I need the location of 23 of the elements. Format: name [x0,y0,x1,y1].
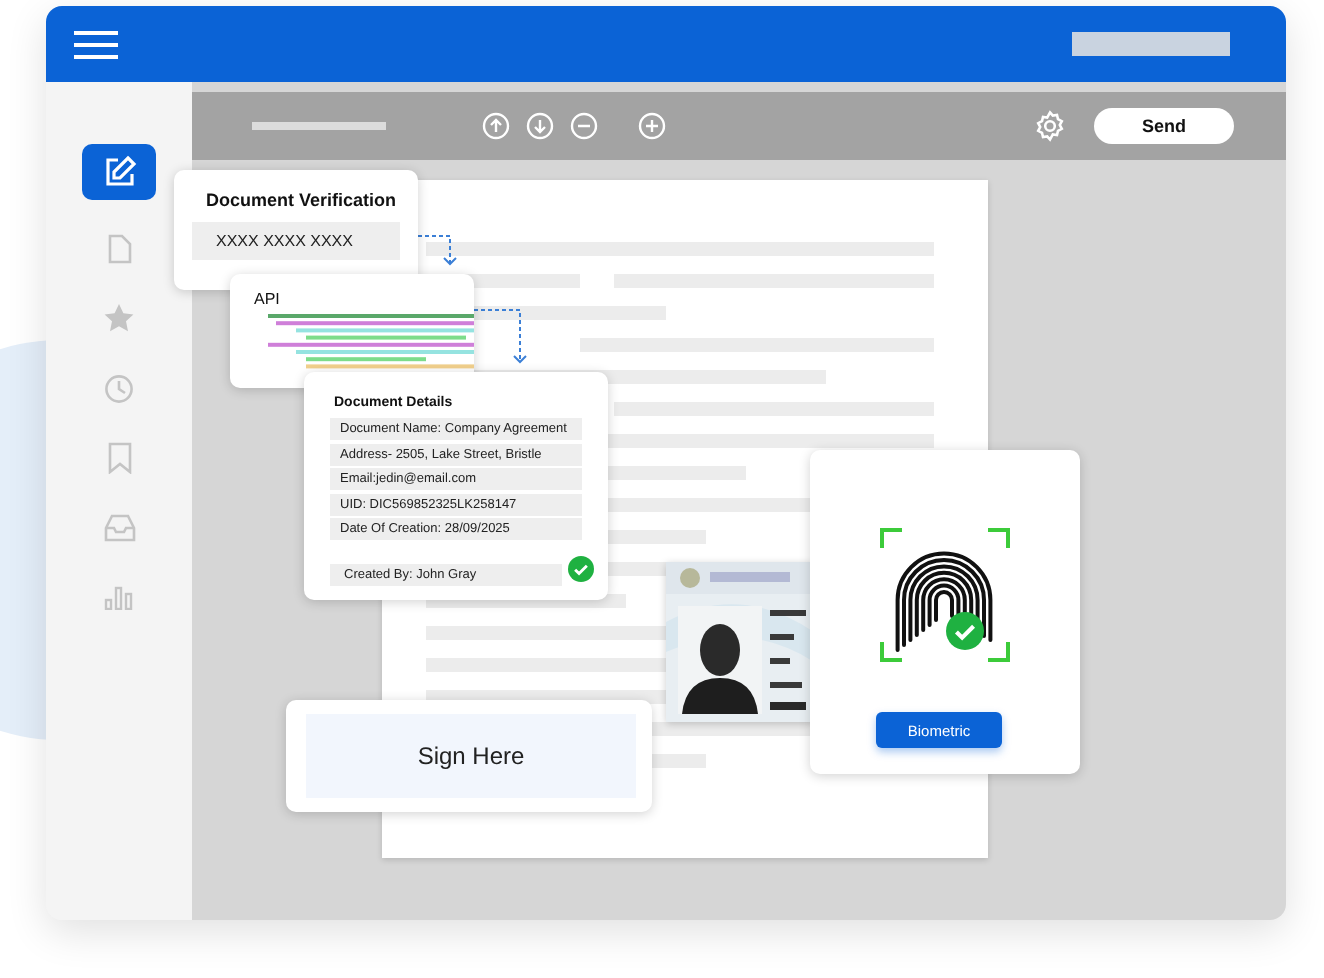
upload-icon[interactable] [482,112,510,140]
download-icon[interactable] [526,112,554,140]
connector-arrow [474,308,530,368]
zoom-in-icon[interactable] [638,112,666,140]
settings-icon[interactable] [1034,110,1066,142]
edit-icon [101,154,137,190]
signature-field[interactable]: Sign Here [306,714,636,798]
clock-icon [104,373,134,403]
card-title: API [254,290,282,308]
menu-icon[interactable] [74,29,118,59]
bookmark-icon [107,442,131,474]
bar-chart-icon [104,586,134,610]
sidebar-item[interactable] [82,144,156,200]
id-number-field[interactable]: XXXX XXXX XXXX [192,222,400,260]
star-icon [104,304,134,332]
send-button[interactable]: Send [1094,108,1234,144]
card-title: Document Verification [206,190,399,210]
connector-arrow [418,234,458,270]
zoom-out-icon[interactable] [570,112,598,140]
inbox-icon [103,514,135,542]
fingerprint-scan-icon [880,528,1010,662]
title-placeholder [252,122,386,130]
document-icon [107,233,131,263]
